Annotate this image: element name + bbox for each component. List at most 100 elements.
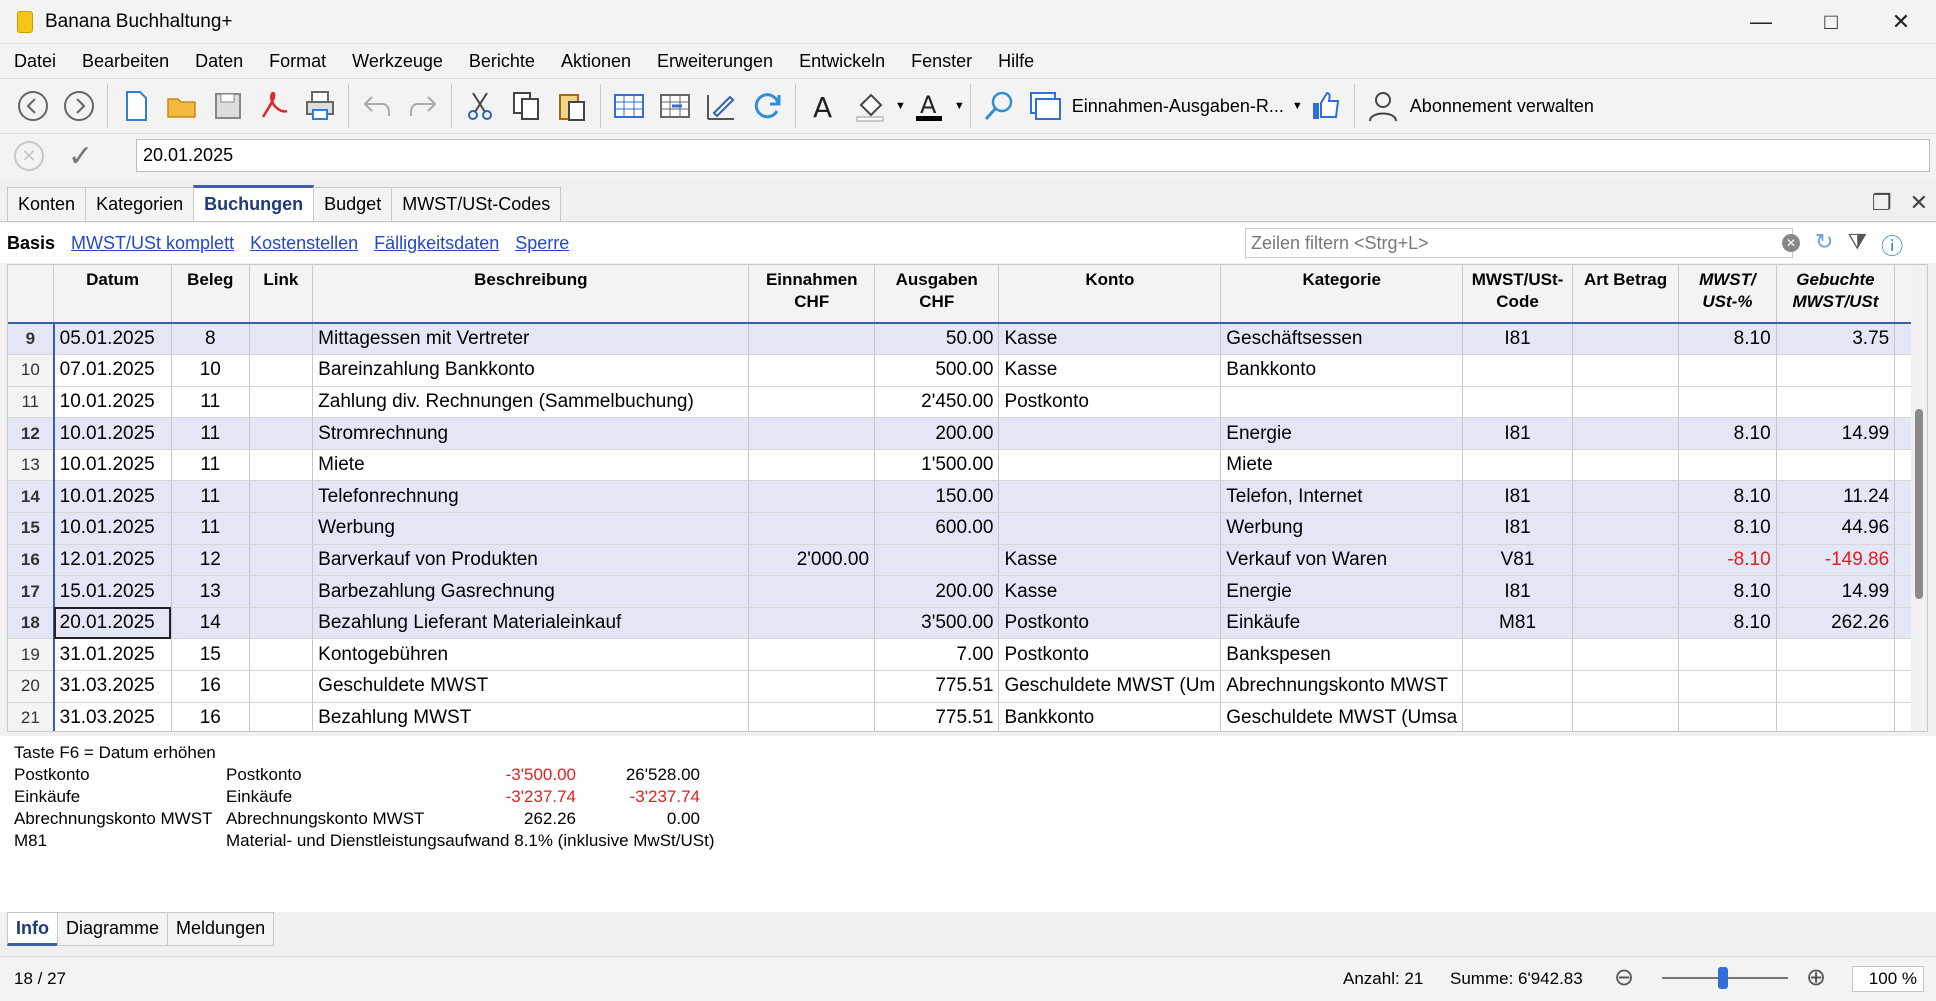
cell-einnahmen[interactable]	[748, 386, 876, 419]
view-basis[interactable]: Basis	[7, 233, 55, 254]
cell-mwst-code[interactable]	[1462, 386, 1573, 419]
cell-beschreibung[interactable]: Bezahlung MWST	[312, 702, 750, 731]
cell-datum[interactable]: 10.01.2025	[53, 512, 172, 545]
cell-einnahmen[interactable]: 2'000.00	[748, 544, 876, 577]
cell-beleg[interactable]: 11	[171, 386, 250, 419]
cell-beschreibung[interactable]: Barbezahlung Gasrechnung	[312, 575, 750, 608]
cell-mwst-code[interactable]: I81	[1462, 480, 1573, 514]
view-faelligkeitsdaten[interactable]: Fälligkeitsdaten	[374, 233, 499, 254]
table-row[interactable]: 14 10.01.2025 11 Telefonrechnung 150.00 Telef…	[8, 480, 1927, 514]
cell-ausgaben[interactable]: 2'450.00	[874, 386, 1000, 419]
table-row[interactable]: 12 10.01.2025 11 Stromrechnung 200.00 Energie…	[8, 417, 1927, 450]
row-number[interactable]: 11	[8, 386, 55, 419]
maximize-button[interactable]: □	[1796, 0, 1866, 44]
cell-mwst-pct[interactable]	[1678, 386, 1777, 419]
cell-link[interactable]	[249, 607, 314, 640]
cell-mwst-code[interactable]: I81	[1462, 512, 1573, 545]
tab-meldungen[interactable]: Meldungen	[167, 912, 275, 946]
row-number[interactable]: 12	[8, 417, 55, 450]
view-mwst-komplett[interactable]: MWST/USt komplett	[71, 233, 234, 254]
help-icon[interactable]: ⓘ	[1881, 229, 1903, 261]
cell-datum[interactable]: 10.01.2025	[53, 386, 172, 419]
cell-beschreibung[interactable]: Werbung	[312, 512, 750, 545]
cell-link[interactable]	[249, 449, 314, 482]
menu-werkzeuge[interactable]: Werkzeuge	[338, 51, 455, 72]
cell-einnahmen[interactable]	[748, 323, 876, 356]
row-number[interactable]: 15	[8, 512, 55, 545]
cell-datum[interactable]: 10.01.2025	[53, 480, 172, 514]
cell-ausgaben[interactable]: 150.00	[874, 480, 1000, 514]
filter-sort-icon[interactable]: ⧩	[1847, 229, 1867, 261]
menu-erweiterungen[interactable]: Erweiterungen	[643, 51, 785, 72]
cell-art-betrag[interactable]	[1572, 323, 1680, 356]
cell-kategorie[interactable]: Energie	[1220, 417, 1464, 450]
cell-mwst-pct[interactable]: 8.10	[1678, 417, 1777, 450]
cell-kategorie[interactable]	[1220, 386, 1464, 419]
menu-datei[interactable]: Datei	[0, 51, 68, 72]
scrollbar-thumb[interactable]	[1915, 409, 1923, 599]
fill-color-caret-icon[interactable]: ▼	[895, 100, 906, 112]
minimize-button[interactable]: —	[1726, 0, 1796, 44]
cell-konto[interactable]: Kasse	[998, 544, 1222, 577]
row-number[interactable]: 9	[8, 323, 55, 356]
confirm-edit-icon[interactable]: ✓	[68, 139, 93, 174]
tab-info[interactable]: Info	[7, 912, 58, 946]
fill-color-icon[interactable]	[847, 83, 893, 129]
cell-mwst-code[interactable]	[1462, 702, 1573, 731]
cell-kategorie[interactable]: Telefon, Internet	[1220, 480, 1464, 514]
cell-mwst-pct[interactable]	[1678, 449, 1777, 482]
cell-konto[interactable]: Postkonto	[998, 638, 1222, 672]
cell-art-betrag[interactable]	[1572, 544, 1680, 577]
report-window-icon[interactable]	[1022, 83, 1068, 129]
row-number[interactable]: 10	[8, 354, 55, 387]
row-number[interactable]: 16	[8, 544, 55, 577]
clear-filter-icon[interactable]: ✕	[1782, 234, 1800, 252]
cell-mwst-code[interactable]	[1462, 670, 1573, 703]
col-art-betrag[interactable]: Art Betrag	[1572, 265, 1680, 324]
row-number[interactable]: 13	[8, 449, 55, 482]
cell-einnahmen[interactable]	[748, 480, 876, 514]
cell-mwst-pct[interactable]	[1678, 638, 1777, 672]
table-row[interactable]: 15 10.01.2025 11 Werbung 600.00 Werbung I81 8.1…	[8, 512, 1927, 545]
open-folder-icon[interactable]	[159, 83, 205, 129]
report-dropdown-label[interactable]: Einnahmen-Ausgaben-R...	[1072, 96, 1284, 117]
cell-kategorie[interactable]: Werbung	[1220, 512, 1464, 545]
save-icon[interactable]	[205, 83, 251, 129]
report-dropdown-caret-icon[interactable]: ▼	[1292, 100, 1303, 112]
row-number[interactable]: 17	[8, 575, 55, 608]
cell-art-betrag[interactable]	[1572, 670, 1680, 703]
cell-link[interactable]	[249, 638, 314, 672]
close-window-button[interactable]: ✕	[1866, 0, 1936, 44]
cell-beschreibung[interactable]: Zahlung div. Rechnungen (Sammelbuchung)	[312, 386, 750, 419]
cell-link[interactable]	[249, 544, 314, 577]
table-row[interactable]: 10 07.01.2025 10 Bareinzahlung Bankkonto 500…	[8, 354, 1927, 387]
col-einnahmen[interactable]: Einnahmen CHF	[748, 265, 876, 324]
cell-link[interactable]	[249, 417, 314, 450]
insert-row-icon[interactable]	[606, 83, 652, 129]
cell-link[interactable]	[249, 702, 314, 731]
cell-ausgaben[interactable]: 1'500.00	[874, 449, 1000, 482]
cell-einnahmen[interactable]	[748, 575, 876, 608]
cell-ausgaben[interactable]: 200.00	[874, 417, 1000, 450]
cell-ausgaben[interactable]	[874, 544, 1000, 577]
cell-konto[interactable]	[998, 417, 1222, 450]
cell-gebuchte-mwst[interactable]: 3.75	[1776, 323, 1896, 356]
cell-mwst-pct[interactable]: 8.10	[1678, 607, 1777, 640]
col-konto[interactable]: Konto	[998, 265, 1222, 324]
cell-art-betrag[interactable]	[1572, 386, 1680, 419]
menu-berichte[interactable]: Berichte	[455, 51, 547, 72]
insert-column-icon[interactable]	[652, 83, 698, 129]
cell-datum[interactable]: 31.03.2025	[53, 670, 172, 703]
paste-icon[interactable]	[549, 83, 595, 129]
edit-cell-icon[interactable]	[698, 83, 744, 129]
row-number[interactable]: 18	[8, 607, 55, 640]
thumbs-up-icon[interactable]	[1303, 83, 1349, 129]
cell-mwst-code[interactable]: I81	[1462, 417, 1573, 450]
cell-konto[interactable]: Postkonto	[998, 607, 1222, 640]
cell-einnahmen[interactable]	[748, 702, 876, 731]
cell-konto[interactable]: Kasse	[998, 575, 1222, 608]
cell-mwst-code[interactable]: M81	[1462, 607, 1573, 640]
view-kostenstellen[interactable]: Kostenstellen	[250, 233, 358, 254]
cell-kategorie[interactable]: Miete	[1220, 449, 1464, 482]
cell-link[interactable]	[249, 512, 314, 545]
